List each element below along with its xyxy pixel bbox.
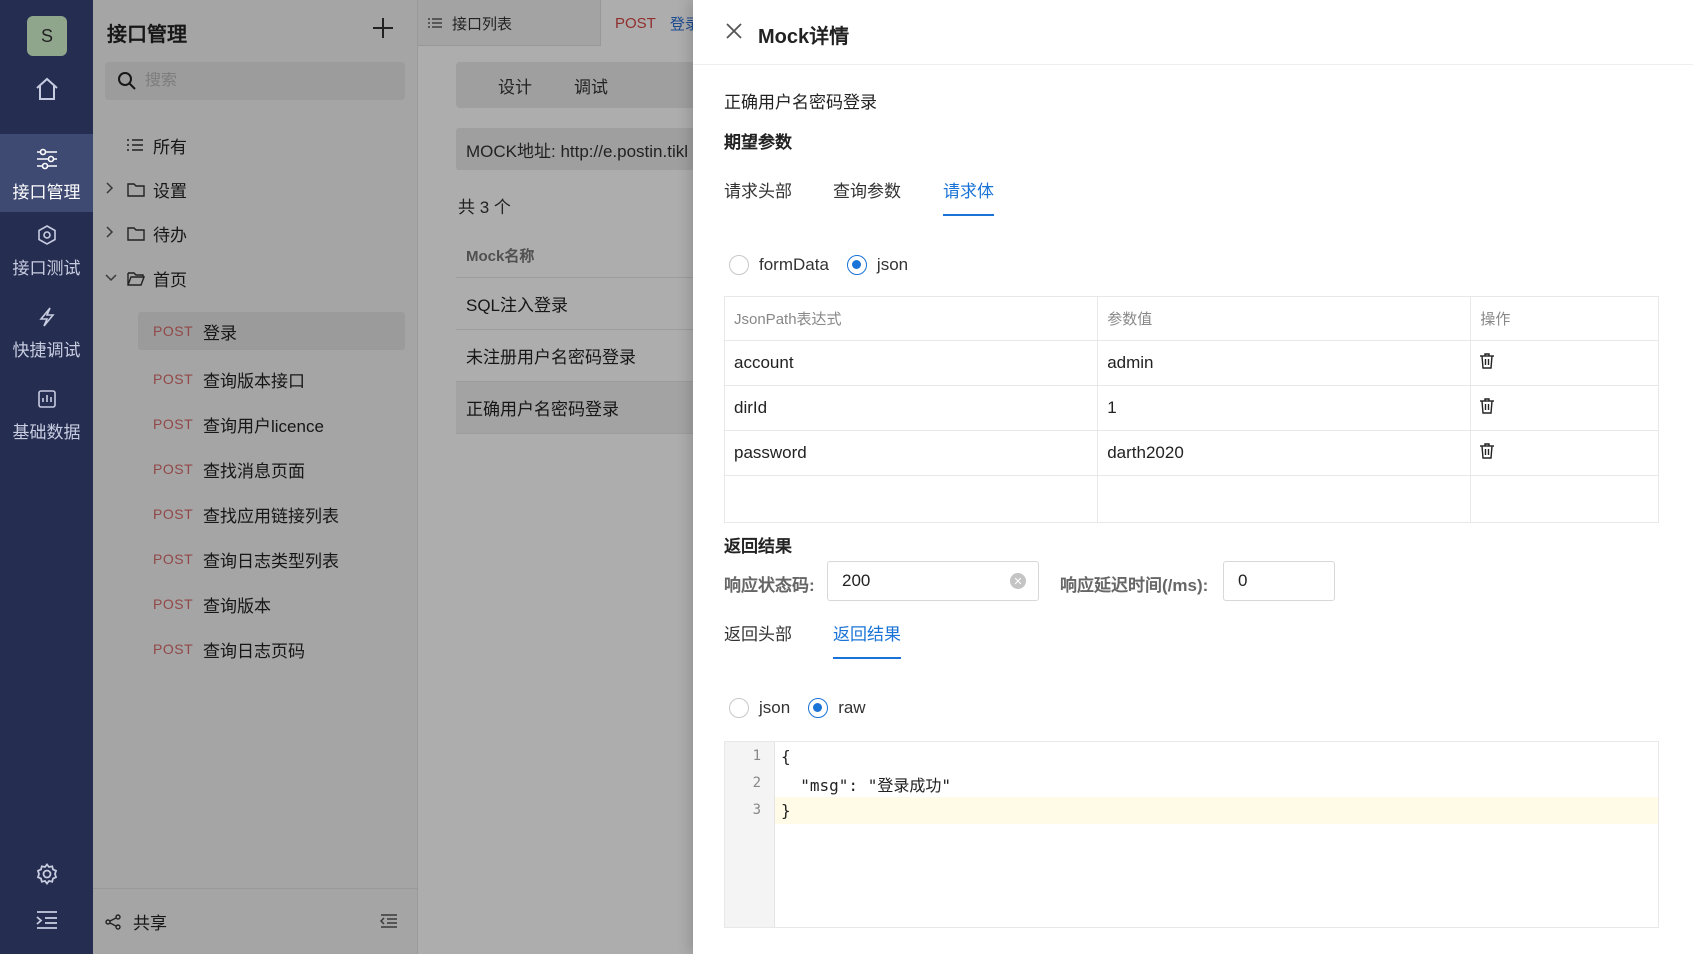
mock-detail-drawer: Mock详情 正确用户名密码登录 期望参数 请求头部 查询参数 请求体 form… xyxy=(693,0,1693,954)
result-type-radio-group: json raw xyxy=(729,698,884,718)
rail-item-home[interactable] xyxy=(0,76,93,122)
code-line: "msg": "登录成功" xyxy=(781,775,951,795)
rail-item-label: 快捷调试 xyxy=(12,341,81,360)
actions-cell xyxy=(1471,386,1658,430)
rail-item-quick-debug[interactable]: 快捷调试 xyxy=(0,304,93,370)
app: S 接口管理 接口测试 快捷调试 基础数据 接口管理 搜索 所有 设置 待办 首… xyxy=(0,0,1693,954)
close-button[interactable] xyxy=(721,18,747,44)
clear-icon[interactable]: ✕ xyxy=(1010,573,1026,589)
radio-circle xyxy=(846,255,867,275)
value-cell[interactable] xyxy=(1098,476,1472,522)
radio-circle xyxy=(729,255,749,275)
jsonpath-cell[interactable]: dirId xyxy=(725,386,1099,430)
code-line-current: } xyxy=(775,797,1658,824)
delay-value: 0 xyxy=(1238,571,1248,590)
tab-request-body[interactable]: 请求体 xyxy=(943,177,994,216)
table-header: JsonPath表达式 参数值 操作 xyxy=(725,297,1658,341)
column-header: JsonPath表达式 xyxy=(725,297,1099,340)
rail-item-api-management[interactable]: 接口管理 xyxy=(0,134,93,212)
rail-item-api-test[interactable]: 接口测试 xyxy=(0,222,93,288)
cube-icon xyxy=(34,222,60,248)
radio-raw[interactable]: raw xyxy=(808,698,866,718)
tab-query-params[interactable]: 查询参数 xyxy=(833,177,901,214)
home-icon xyxy=(34,76,60,102)
rail-item-label: 接口管理 xyxy=(12,183,81,202)
trash-icon xyxy=(1480,442,1495,459)
status-code-value: 200 xyxy=(842,571,871,590)
line-number: 3 xyxy=(752,802,761,818)
status-code-input[interactable]: 200 ✕ xyxy=(827,561,1039,601)
settings-button[interactable] xyxy=(0,862,93,891)
code-editor[interactable]: 1 2 3 { "msg": "登录成功" } xyxy=(724,741,1659,928)
drawer-title: Mock详情 xyxy=(758,26,850,48)
actions-cell xyxy=(1471,341,1658,385)
delay-input[interactable]: 0 xyxy=(1223,561,1335,601)
delete-button[interactable] xyxy=(1480,352,1495,374)
jsonpath-cell[interactable]: password xyxy=(725,431,1099,475)
expect-params-heading: 期望参数 xyxy=(724,133,792,152)
rail-item-label: 基础数据 xyxy=(12,423,81,442)
value-cell[interactable]: admin xyxy=(1098,341,1472,385)
modal-overlay[interactable] xyxy=(93,0,693,954)
radio-label: json xyxy=(876,255,909,274)
radio-label: json xyxy=(759,698,791,717)
jsonpath-cell[interactable] xyxy=(725,476,1099,522)
tab-request-headers[interactable]: 请求头部 xyxy=(724,177,792,214)
radio-circle xyxy=(729,698,749,718)
drawer-header: Mock详情 xyxy=(693,0,1693,65)
table-row: password darth2020 xyxy=(725,431,1658,476)
tab-response-headers[interactable]: 返回头部 xyxy=(724,620,792,657)
delay-label: 响应延迟时间(/ms): xyxy=(1060,576,1209,595)
radio-json[interactable]: json xyxy=(729,698,790,718)
actions-cell xyxy=(1471,476,1658,522)
column-header: 参数值 xyxy=(1098,297,1472,340)
trash-icon xyxy=(1480,352,1495,369)
table-row-empty xyxy=(725,476,1658,522)
radio-label: formData xyxy=(759,255,829,274)
code-line: { xyxy=(781,747,791,766)
expand-menu-button[interactable] xyxy=(0,910,93,935)
delete-button[interactable] xyxy=(1480,442,1495,464)
line-number: 1 xyxy=(752,748,761,764)
rail-item-base-data[interactable]: 基础数据 xyxy=(0,386,93,452)
line-number: 2 xyxy=(752,775,761,791)
status-code-label: 响应状态码: xyxy=(724,576,815,595)
trash-icon xyxy=(1480,397,1495,414)
table-row: dirId 1 xyxy=(725,386,1658,431)
radio-circle xyxy=(808,698,829,718)
column-header: 操作 xyxy=(1480,311,1511,328)
body-type-radio-group: formData json xyxy=(729,255,926,275)
close-icon xyxy=(726,23,742,39)
chart-icon xyxy=(34,386,60,412)
gear-icon xyxy=(35,862,59,891)
sliders-icon xyxy=(34,146,60,172)
radio-formdata[interactable]: formData xyxy=(729,255,829,275)
line-gutter: 1 2 3 xyxy=(725,742,775,927)
lightning-icon xyxy=(34,304,60,330)
table-row: account admin xyxy=(725,341,1658,386)
tab-response-body[interactable]: 返回结果 xyxy=(833,620,901,659)
left-rail: S 接口管理 接口测试 快捷调试 基础数据 xyxy=(0,0,93,954)
avatar[interactable]: S xyxy=(27,16,67,56)
radio-json[interactable]: json xyxy=(846,255,909,275)
result-heading: 返回结果 xyxy=(724,537,792,556)
value-cell[interactable]: 1 xyxy=(1098,386,1472,430)
radio-label: raw xyxy=(838,698,866,717)
delete-button[interactable] xyxy=(1480,397,1495,419)
params-table: JsonPath表达式 参数值 操作 account admin dirId 1… xyxy=(724,296,1659,523)
rail-item-label: 接口测试 xyxy=(12,259,81,278)
actions-cell xyxy=(1471,431,1658,475)
value-cell[interactable]: darth2020 xyxy=(1098,431,1472,475)
jsonpath-cell[interactable]: account xyxy=(725,341,1099,385)
mock-name-label: 正确用户名密码登录 xyxy=(724,93,877,112)
menu-expand-icon xyxy=(35,910,59,935)
